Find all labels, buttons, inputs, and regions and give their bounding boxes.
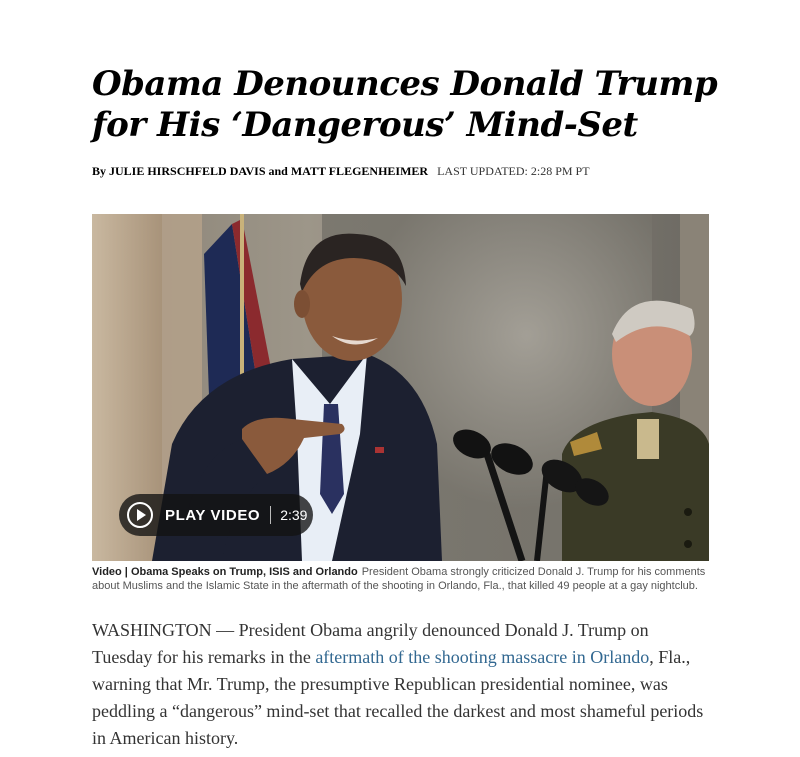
article-link[interactable]: aftermath of the shooting massacre in Or… bbox=[315, 647, 649, 667]
play-video-label: PLAY VIDEO bbox=[165, 506, 261, 524]
article-body-paragraph: WASHINGTON — President Obama angrily den… bbox=[92, 617, 707, 752]
byline: By JULIE HIRSCHFELD DAVIS and MATT FLEGE… bbox=[92, 164, 590, 179]
play-video-button[interactable]: PLAY VIDEO 2:39 bbox=[119, 494, 313, 536]
video-player[interactable]: PLAY VIDEO 2:39 bbox=[92, 214, 709, 561]
play-icon bbox=[127, 502, 153, 528]
video-caption: Video | Obama Speaks on Trump, ISIS and … bbox=[92, 566, 717, 593]
headline: Obama Denounces Donald Trump for His ‘Da… bbox=[92, 64, 718, 145]
byline-timestamp: LAST UPDATED: 2:28 PM PT bbox=[437, 164, 590, 178]
byline-authors: By JULIE HIRSCHFELD DAVIS and MATT FLEGE… bbox=[92, 164, 429, 178]
video-duration: 2:39 bbox=[280, 507, 308, 523]
caption-title: Video | Obama Speaks on Trump, ISIS and … bbox=[92, 566, 358, 578]
play-button-divider bbox=[270, 506, 272, 524]
